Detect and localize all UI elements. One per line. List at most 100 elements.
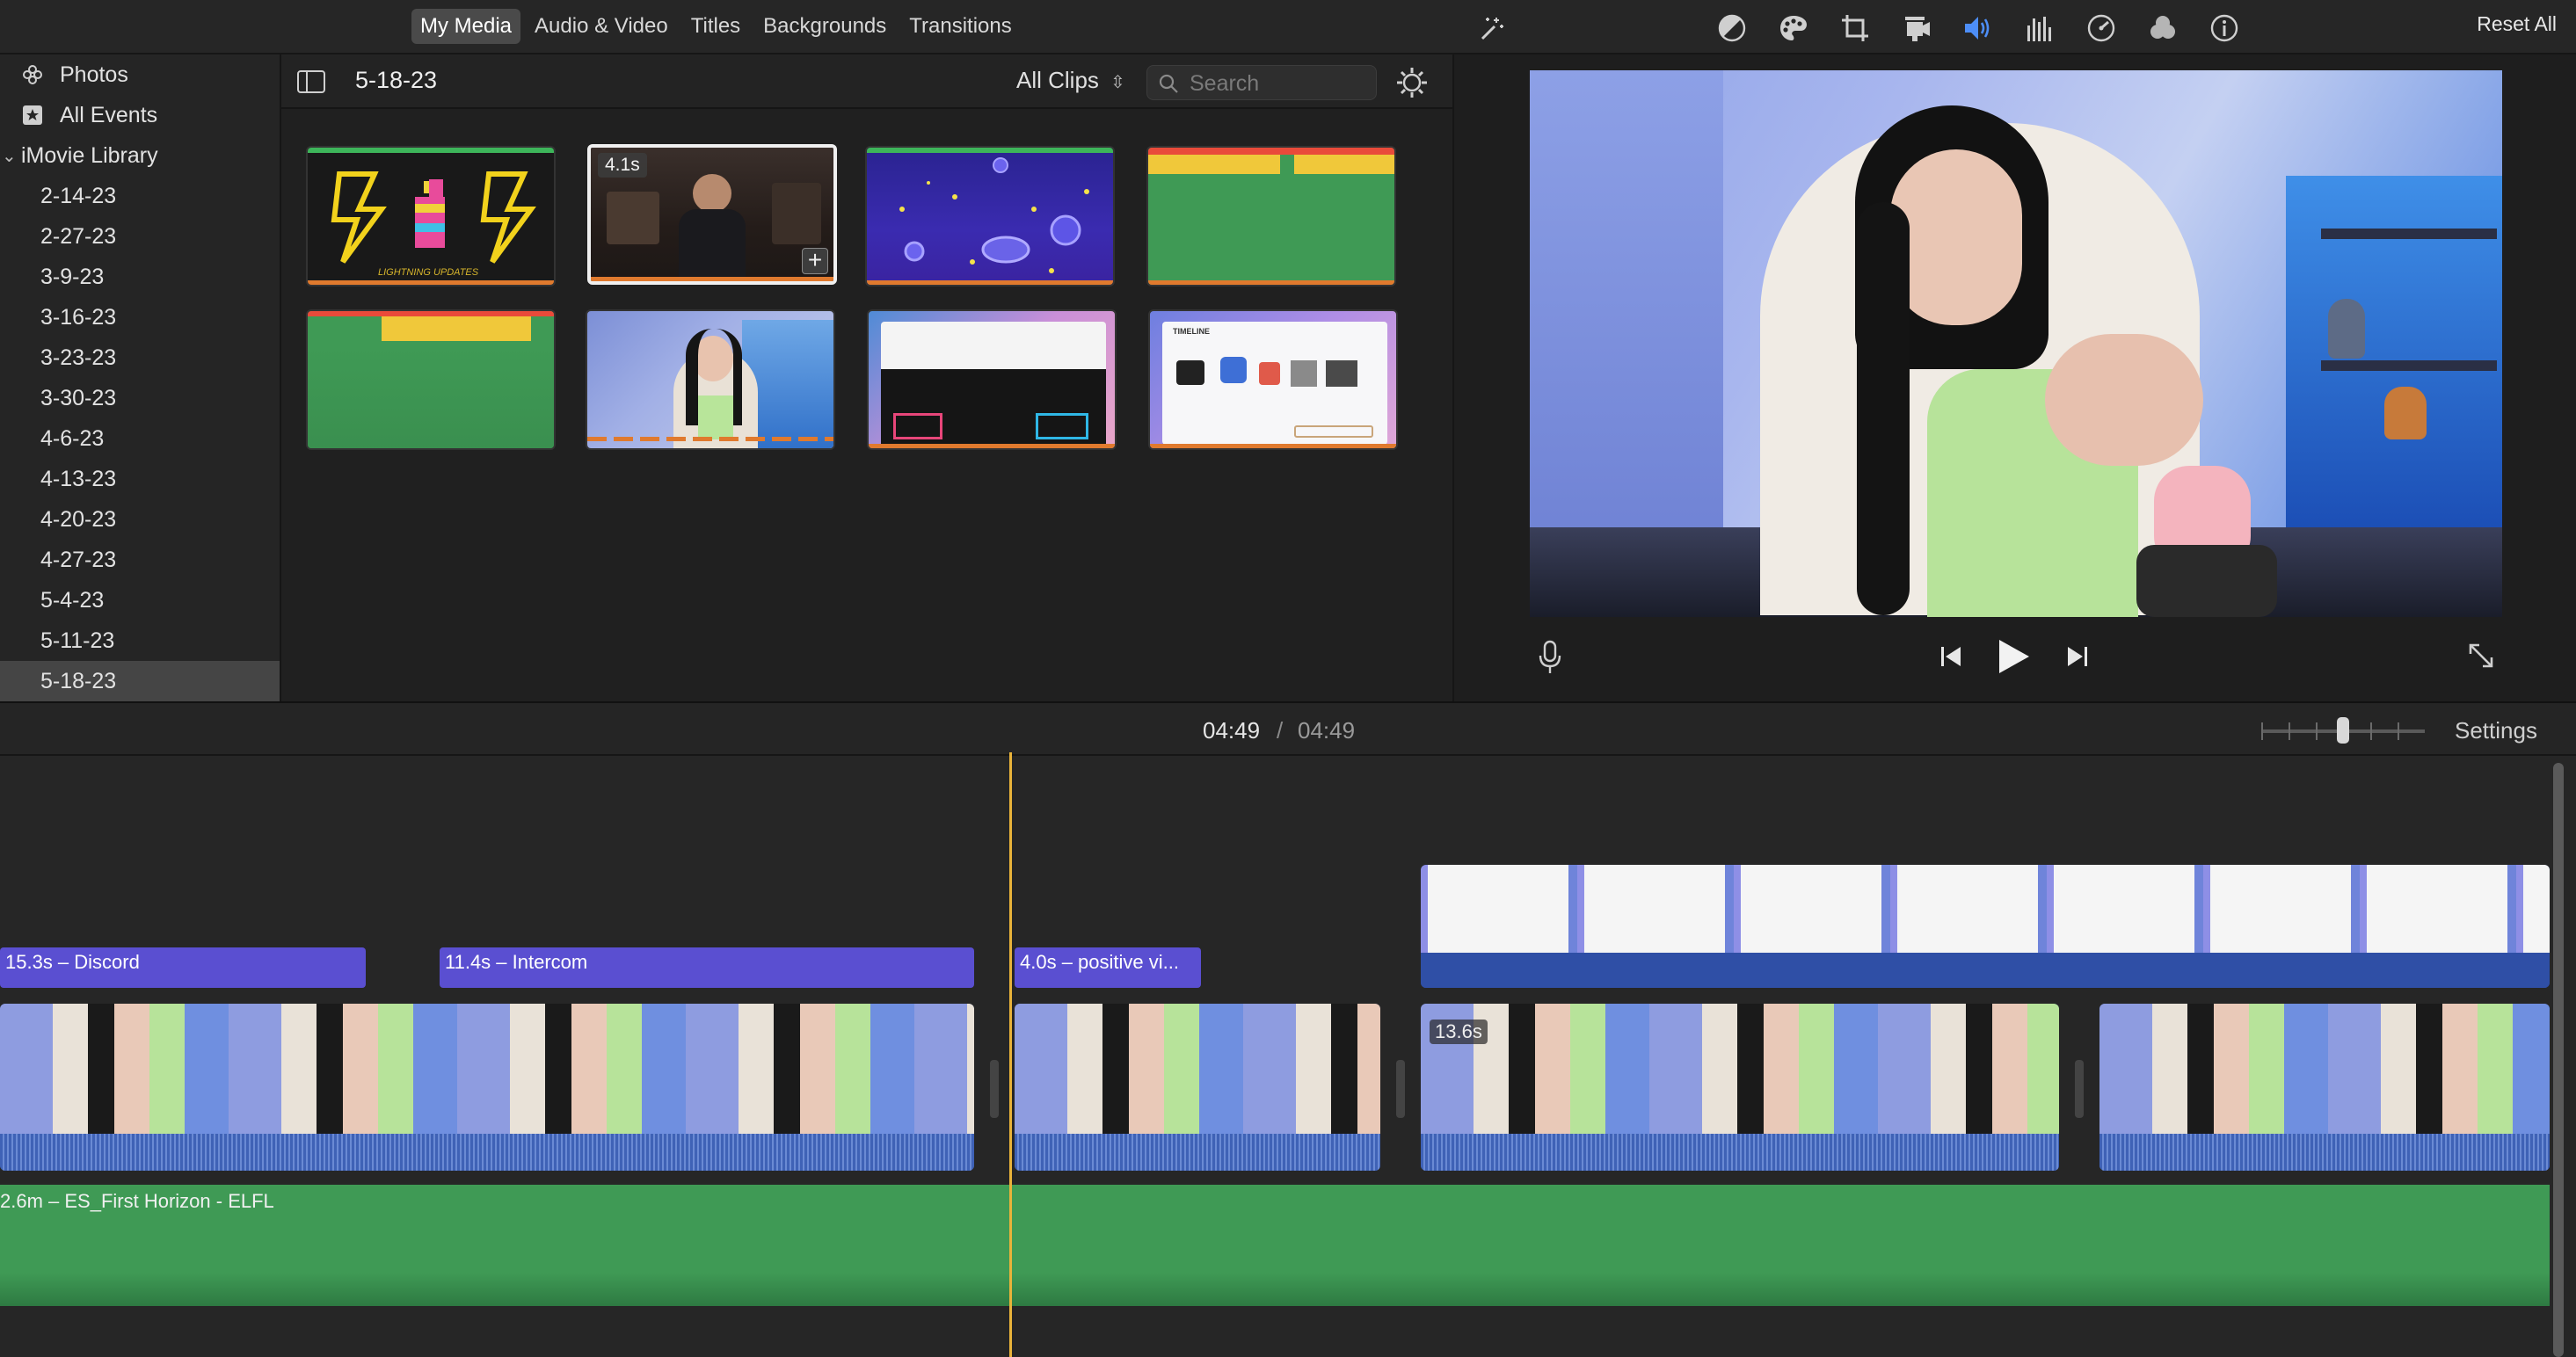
sidebar-item-all-events[interactable]: All Events [0, 95, 280, 135]
video-clip-1[interactable] [0, 1004, 974, 1171]
video-preview[interactable] [1530, 70, 2502, 617]
info-icon[interactable] [2207, 11, 2242, 46]
sidebar-item-event[interactable]: 4-6-23 [0, 418, 280, 459]
tab-titles[interactable]: Titles [682, 9, 749, 44]
timeline-scrollbar[interactable] [2553, 763, 2564, 1357]
title-clip-positive[interactable]: 4.0s – positive vi... [1015, 947, 1201, 988]
sidebar-item-event[interactable]: 3-16-23 [0, 297, 280, 337]
sidebar-item-label: 4-27-23 [40, 547, 117, 572]
color-balance-icon[interactable] [1714, 11, 1750, 46]
timeline: 15.3s – Discord 11.4s – Intercom 4.0s – … [0, 756, 2576, 1357]
sidebar-item-label: 4-20-23 [40, 506, 117, 532]
fullscreen-icon[interactable] [2465, 640, 2497, 676]
zoom-slider-thumb[interactable] [2337, 717, 2349, 744]
skip-forward-icon[interactable] [2064, 643, 2091, 674]
sidebar-item-event[interactable]: 5-11-23 [0, 620, 280, 661]
total-timecode: 04:49 [1298, 717, 1356, 744]
tab-audio-video[interactable]: Audio & Video [526, 9, 677, 44]
zoom-slider[interactable] [2261, 717, 2425, 744]
chevron-down-icon[interactable]: ⌄ [2, 145, 19, 167]
speed-icon[interactable] [2084, 11, 2119, 46]
sidebar-item-event[interactable]: 4-27-23 [0, 540, 280, 580]
transition-marker[interactable] [990, 1060, 999, 1118]
volume-icon[interactable] [1961, 11, 1996, 46]
sidebar-toggle-icon[interactable] [297, 70, 325, 98]
tab-my-media[interactable]: My Media [411, 9, 521, 44]
search-field[interactable] [1146, 65, 1377, 100]
viewer-panel [1452, 54, 2576, 701]
sidebar-item-label: 4-13-23 [40, 466, 117, 491]
sidebar-item-library[interactable]: ⌄ iMovie Library [0, 135, 280, 176]
clip-thumbnail-streamer[interactable] [586, 309, 835, 450]
clip-thumbnail-space[interactable] [865, 146, 1115, 287]
sidebar-item-event[interactable]: 4-20-23 [0, 499, 280, 540]
sidebar-item-event[interactable]: 3-30-23 [0, 378, 280, 418]
sidebar-item-label: 5-4-23 [40, 587, 105, 613]
clip-duration-badge: 4.1s [598, 153, 647, 178]
search-input[interactable] [1190, 71, 1365, 96]
sidebar-item-label: 2-27-23 [40, 223, 117, 249]
clip-thumbnail-lightning[interactable]: LIGHTNING UPDATES [306, 146, 556, 287]
thumb-heading-text: TIMELINE [1173, 327, 1210, 336]
sidebar-item-label: 3-16-23 [40, 304, 117, 330]
play-icon[interactable] [1996, 638, 2031, 679]
sidebar-item-label: iMovie Library [21, 142, 158, 168]
video-clip-4[interactable] [2099, 1004, 2550, 1171]
media-browser: 5-18-23 All Clips ⇳ LIGHTNING UPDATES [281, 54, 1452, 701]
sidebar-item-label: 5-11-23 [40, 628, 115, 653]
add-clip-icon[interactable]: + [802, 248, 828, 274]
sidebar-item-label: All Events [60, 102, 158, 127]
reset-all-button[interactable]: Reset All [2477, 12, 2557, 36]
clip-thumbnail-green-1[interactable] [1146, 146, 1396, 287]
clip-thumbnail-webpage-2[interactable]: TIMELINE [1148, 309, 1398, 450]
sidebar-item-label: 4-6-23 [40, 425, 105, 451]
filter-icon[interactable] [2145, 11, 2180, 46]
timeline-settings-button[interactable]: Settings [2455, 717, 2537, 744]
sidebar-item-event[interactable]: 5-4-23 [0, 580, 280, 620]
title-clip-intercom[interactable]: 11.4s – Intercom [440, 947, 974, 988]
library-sidebar: Photos All Events ⌄ iMovie Library 2-14-… [0, 54, 281, 701]
sidebar-item-event[interactable]: 4-13-23 [0, 459, 280, 499]
star-icon [19, 102, 46, 128]
timeline-toolbar: 04:49 / 04:49 Settings [0, 701, 2576, 756]
clip-filter-value: All Clips [1016, 67, 1099, 93]
sidebar-item-event[interactable]: 2-14-23 [0, 176, 280, 216]
sidebar-item-label: 3-30-23 [40, 385, 117, 410]
sidebar-item-event[interactable]: 3-23-23 [0, 337, 280, 378]
sidebar-item-label: 2-14-23 [40, 183, 117, 208]
title-clip-discord[interactable]: 15.3s – Discord [0, 947, 366, 988]
viewer-toolbar: Reset All [1452, 0, 2576, 54]
crop-icon[interactable] [1837, 11, 1873, 46]
current-timecode: 04:49 [1203, 717, 1261, 744]
clip-filter-select[interactable]: All Clips ⇳ [1016, 67, 1125, 94]
clip-thumbnail-green-2[interactable] [306, 309, 556, 450]
sidebar-item-event[interactable]: 3-9-23 [0, 257, 280, 297]
transition-marker[interactable] [2075, 1060, 2084, 1118]
microphone-icon[interactable] [1537, 640, 1563, 679]
tab-backgrounds[interactable]: Backgrounds [754, 9, 895, 44]
music-clip[interactable]: 2.6m – ES_First Horizon - ELFL [0, 1185, 2550, 1306]
sidebar-item-label: 3-9-23 [40, 264, 105, 289]
magic-wand-icon[interactable] [1474, 11, 1509, 46]
sidebar-item-photos[interactable]: Photos [0, 54, 280, 95]
playhead[interactable] [1009, 752, 1012, 1357]
clip-thumbnail-webpage-1[interactable] [867, 309, 1117, 450]
transition-marker[interactable] [1396, 1060, 1405, 1118]
chevron-updown-icon: ⇳ [1110, 73, 1125, 92]
sidebar-item-event[interactable]: 5-18-23 [0, 661, 280, 701]
tab-transitions[interactable]: Transitions [900, 9, 1020, 44]
photos-icon [19, 62, 46, 88]
skip-back-icon[interactable] [1938, 643, 1964, 674]
equalizer-icon[interactable] [2022, 11, 2057, 46]
video-clip-2[interactable] [1015, 1004, 1380, 1171]
media-tabs: My Media Audio & Video Titles Background… [411, 9, 1021, 44]
gear-icon[interactable] [1394, 65, 1430, 105]
sidebar-item-label: 5-18-23 [40, 668, 117, 693]
clip-thumbnail-presenter[interactable]: 4.1s + [587, 144, 837, 285]
video-clip-3[interactable]: 13.6s [1421, 1004, 2059, 1171]
search-icon [1158, 73, 1179, 98]
cutaway-clip[interactable] [1421, 865, 2550, 988]
color-correction-icon[interactable] [1776, 11, 1811, 46]
sidebar-item-event[interactable]: 2-27-23 [0, 216, 280, 257]
stabilization-icon[interactable] [1899, 11, 1934, 46]
